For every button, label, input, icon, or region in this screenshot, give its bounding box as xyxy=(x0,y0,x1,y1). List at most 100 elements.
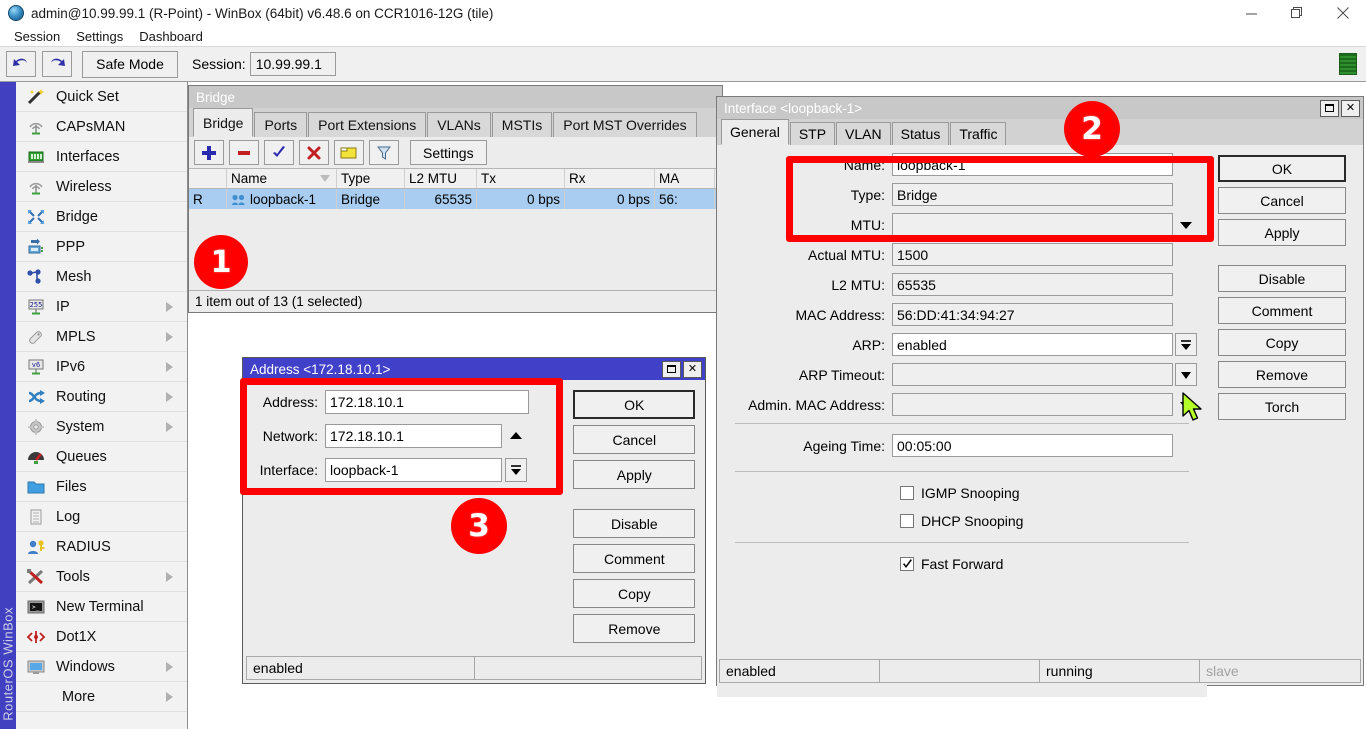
sidebar-item-mpls[interactable]: MPLS xyxy=(16,322,187,352)
restore-icon[interactable] xyxy=(1320,100,1339,117)
mtu-input[interactable] xyxy=(892,213,1173,236)
tab-vlans[interactable]: VLANs xyxy=(427,112,491,137)
tab-ports[interactable]: Ports xyxy=(254,112,307,137)
bridge-window-titlebar[interactable]: Bridge xyxy=(189,86,722,108)
col-type[interactable]: Type xyxy=(337,169,405,188)
session-input[interactable]: 10.99.99.1 xyxy=(250,52,336,76)
checkbox-box[interactable] xyxy=(900,557,914,571)
checkbox-igmp-snooping[interactable]: IGMP Snooping xyxy=(717,482,1207,504)
table-row[interactable]: R loopback-1 Bridge 65535 0 bps 0 bps 56… xyxy=(189,189,722,209)
interface-dropdown-icon[interactable] xyxy=(505,458,527,482)
sidebar-item-routing[interactable]: Routing xyxy=(16,382,187,412)
sidebar-item-radius[interactable]: RADIUS xyxy=(16,532,187,562)
torch-button[interactable]: Torch xyxy=(1218,393,1346,420)
sidebar-item-more[interactable]: More xyxy=(16,682,187,712)
interface-select[interactable]: loopback-1 xyxy=(325,458,502,482)
sidebar-item-ipv6[interactable]: v6 IPv6 xyxy=(16,352,187,382)
address-window-titlebar[interactable]: Address <172.18.10.1> ✕ xyxy=(243,358,705,380)
redo-arrow-icon[interactable] xyxy=(42,51,72,77)
sidebar-item-bridge[interactable]: Bridge xyxy=(16,202,187,232)
ok-button[interactable]: OK xyxy=(573,390,695,419)
menu-session[interactable]: Session xyxy=(6,29,68,44)
filter-funnel-icon[interactable] xyxy=(369,140,399,165)
sidebar-item-mesh[interactable]: Mesh xyxy=(16,262,187,292)
comment-note-icon[interactable] xyxy=(334,140,364,165)
sidebar-item-system[interactable]: System xyxy=(16,412,187,442)
arp-timeout-input[interactable] xyxy=(892,363,1173,386)
col-name[interactable]: Name xyxy=(227,169,337,188)
network-input[interactable]: 172.18.10.1 xyxy=(325,424,502,448)
disable-button[interactable]: Disable xyxy=(573,509,695,538)
close-icon[interactable]: ✕ xyxy=(1341,100,1360,117)
menu-settings[interactable]: Settings xyxy=(68,29,131,44)
tab-vlan[interactable]: VLAN xyxy=(836,122,891,145)
restore-button[interactable] xyxy=(1274,0,1320,26)
sidebar-item-log[interactable]: Log xyxy=(16,502,187,532)
tab-port-mst-overrides[interactable]: Port MST Overrides xyxy=(553,112,696,137)
mtu-caret-down-icon[interactable] xyxy=(1175,213,1197,236)
comment-button[interactable]: Comment xyxy=(1218,297,1346,324)
ageing-time-input[interactable]: 00:05:00 xyxy=(892,434,1173,457)
sidebar-item-dot1x[interactable]: Dot1X xyxy=(16,622,187,652)
restore-icon[interactable] xyxy=(662,361,681,378)
admin-mac-address-input[interactable] xyxy=(892,393,1173,416)
copy-button[interactable]: Copy xyxy=(1218,329,1346,356)
settings-button[interactable]: Settings xyxy=(410,140,487,165)
col-tx[interactable]: Tx xyxy=(477,169,565,188)
col-mac[interactable]: MA xyxy=(655,169,715,188)
apply-button[interactable]: Apply xyxy=(573,460,695,489)
sidebar-item-ppp[interactable]: PPP xyxy=(16,232,187,262)
menu-dashboard[interactable]: Dashboard xyxy=(131,29,211,44)
col-l2mtu[interactable]: L2 MTU xyxy=(405,169,477,188)
disable-button[interactable] xyxy=(299,140,329,165)
close-button[interactable] xyxy=(1320,0,1366,26)
checkbox-box[interactable] xyxy=(900,514,914,528)
undo-arrow-icon[interactable] xyxy=(6,51,36,77)
network-caret-up-icon[interactable] xyxy=(505,424,527,448)
sidebar-item-windows[interactable]: Windows xyxy=(16,652,187,682)
arp-dropdown-icon[interactable] xyxy=(1175,333,1197,356)
remove-button[interactable]: Remove xyxy=(1218,361,1346,388)
admin-mac-caret-down-icon[interactable] xyxy=(1175,393,1197,416)
tab-status[interactable]: Status xyxy=(892,122,950,145)
copy-button[interactable]: Copy xyxy=(573,579,695,608)
apply-button[interactable]: Apply xyxy=(1218,219,1346,246)
enable-button[interactable] xyxy=(264,140,294,165)
col-rx[interactable]: Rx xyxy=(565,169,655,188)
checkbox-fast-forward[interactable]: Fast Forward xyxy=(717,553,1207,575)
comment-button[interactable]: Comment xyxy=(573,544,695,573)
cancel-button[interactable]: Cancel xyxy=(573,425,695,454)
arp-timeout-dropdown-icon[interactable] xyxy=(1175,363,1197,386)
add-button[interactable] xyxy=(194,140,224,165)
sidebar-item-new-terminal[interactable]: >_ New Terminal xyxy=(16,592,187,622)
interface-window-titlebar[interactable]: Interface <loopback-1> ✕ xyxy=(717,97,1363,119)
sidebar-item-tools[interactable]: Tools xyxy=(16,562,187,592)
ok-button[interactable]: OK xyxy=(1218,155,1346,182)
cancel-button[interactable]: Cancel xyxy=(1218,187,1346,214)
tab-stp[interactable]: STP xyxy=(790,122,835,145)
tab-mstis[interactable]: MSTIs xyxy=(492,112,552,137)
tab-traffic[interactable]: Traffic xyxy=(950,122,1006,145)
tab-bridge[interactable]: Bridge xyxy=(193,108,253,137)
tab-general[interactable]: General xyxy=(721,119,789,145)
sidebar-item-interfaces[interactable]: Interfaces xyxy=(16,142,187,172)
disable-button[interactable]: Disable xyxy=(1218,265,1346,292)
sidebar-item-queues[interactable]: Queues xyxy=(16,442,187,472)
arp-select[interactable]: enabled xyxy=(892,333,1173,356)
checkbox-dhcp-snooping[interactable]: DHCP Snooping xyxy=(717,510,1207,532)
minimize-button[interactable] xyxy=(1228,0,1274,26)
remove-button[interactable]: Remove xyxy=(573,614,695,643)
col-flag[interactable] xyxy=(189,169,227,188)
sidebar-item-quick-set[interactable]: Quick Set xyxy=(16,82,187,112)
checkbox-box[interactable] xyxy=(900,486,914,500)
sidebar-item-capsman[interactable]: CAPsMAN xyxy=(16,112,187,142)
sidebar-item-files[interactable]: Files xyxy=(16,472,187,502)
safe-mode-button[interactable]: Safe Mode xyxy=(82,51,178,78)
address-input[interactable]: 172.18.10.1 xyxy=(325,390,529,414)
tab-port-extensions[interactable]: Port Extensions xyxy=(308,112,426,137)
sidebar-item-ip[interactable]: 255 IP xyxy=(16,292,187,322)
close-icon[interactable]: ✕ xyxy=(683,361,702,378)
name-input[interactable]: loopback-1 xyxy=(892,153,1173,176)
remove-button[interactable] xyxy=(229,140,259,165)
sidebar-item-wireless[interactable]: Wireless xyxy=(16,172,187,202)
